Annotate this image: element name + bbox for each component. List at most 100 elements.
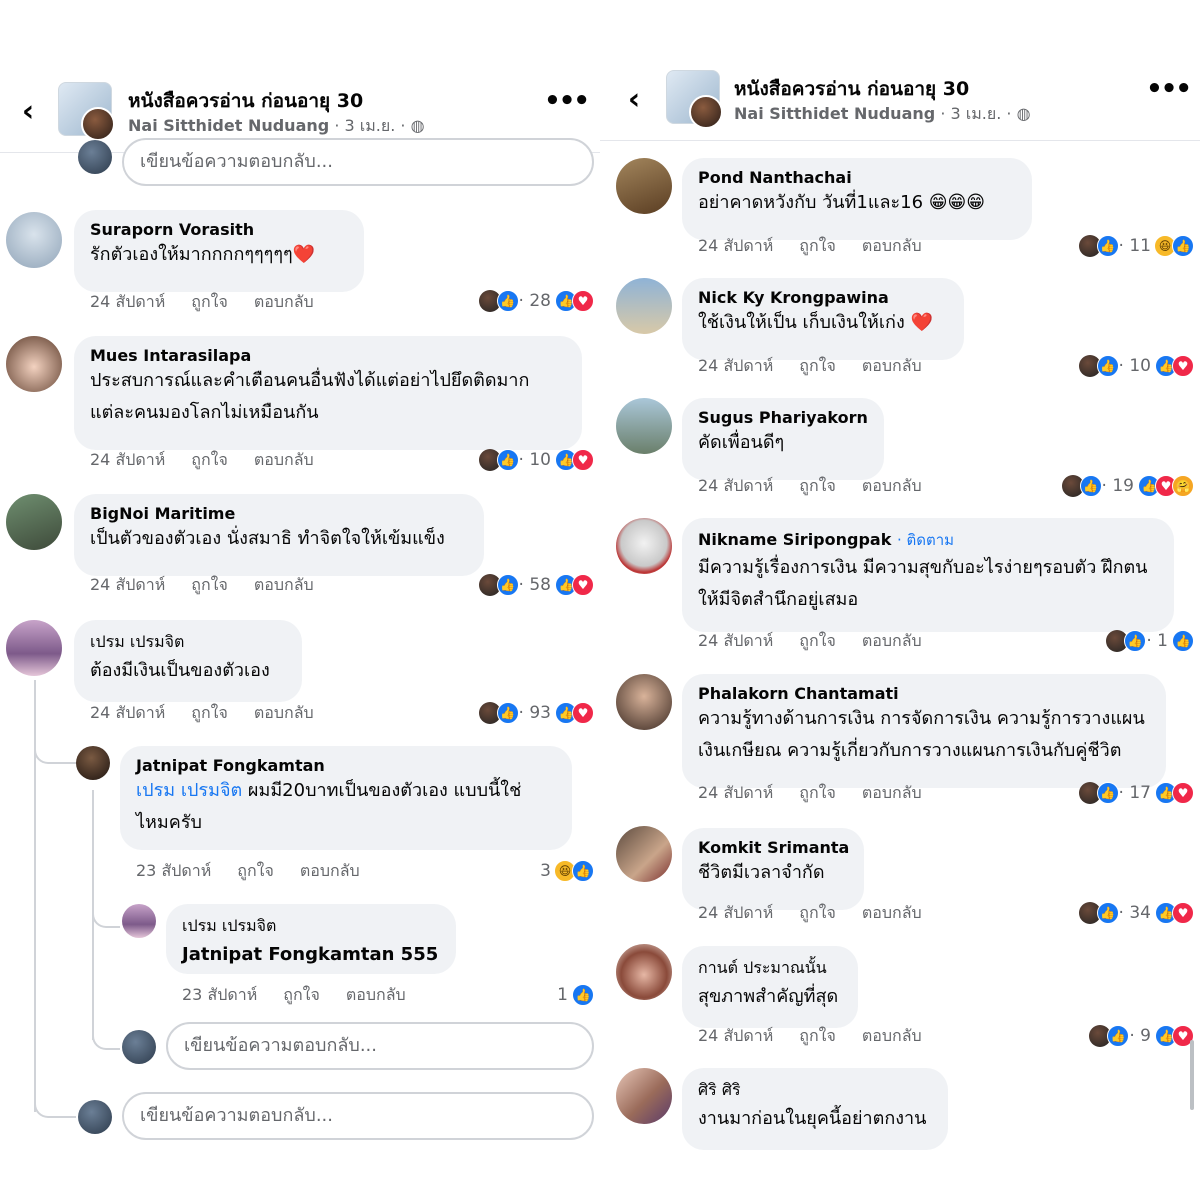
commenter-name[interactable]: Komkit Srimanta	[698, 838, 849, 857]
reply-input[interactable]: เขียนข้อความตอบกลับ...	[122, 138, 594, 186]
like-action[interactable]: ถูกใจ	[799, 783, 836, 802]
back-arrow-icon[interactable]: ‹	[616, 82, 652, 118]
globe-icon: ◍	[1016, 104, 1031, 123]
reply-input[interactable]: เขียนข้อความตอบกลับ...	[166, 1022, 594, 1070]
reaction-stats[interactable]: 👍 · 17 👍 ♥	[1078, 780, 1194, 806]
reply-action[interactable]: ตอบกลับ	[862, 783, 922, 802]
avatar[interactable]	[76, 746, 110, 780]
reaction-stats[interactable]: 👍 · 1 👍	[1106, 628, 1194, 654]
commenter-name[interactable]: เปรม เปรมจิต	[182, 914, 440, 939]
comment-time[interactable]: 24 สัปดาห์	[698, 476, 773, 495]
reaction-stats[interactable]: 👍 · 19 👍 ♥ 🤗	[1061, 473, 1194, 499]
avatar[interactable]	[616, 826, 672, 882]
avatar[interactable]	[6, 620, 62, 676]
author-name[interactable]: Nai Sitthidet Nuduang	[128, 116, 329, 135]
back-arrow-icon[interactable]: ‹	[10, 94, 46, 130]
avatar[interactable]	[616, 674, 672, 730]
comment-time[interactable]: 23 สัปดาห์	[136, 861, 211, 880]
comment-meta: 24 สัปดาห์ ถูกใจ ตอบกลับ	[698, 1024, 948, 1049]
commenter-name[interactable]: Sugus Phariyakorn	[698, 408, 868, 427]
commenter-name[interactable]: เปรม เปรมจิต	[90, 630, 286, 655]
comment-time[interactable]: 24 สัปดาห์	[698, 356, 773, 375]
avatar[interactable]	[616, 1068, 672, 1124]
comment-time[interactable]: 24 สัปดาห์	[698, 903, 773, 922]
reply-action[interactable]: ตอบกลับ	[862, 236, 922, 255]
more-options-icon[interactable]: •••	[544, 86, 590, 116]
reply-input[interactable]: เขียนข้อความตอบกลับ...	[122, 1092, 594, 1140]
commenter-name[interactable]: Mues Intarasilapa	[90, 346, 566, 365]
like-action[interactable]: ถูกใจ	[799, 236, 836, 255]
comment-time[interactable]: 24 สัปดาห์	[698, 783, 773, 802]
author-avatar	[81, 107, 115, 141]
reply-action[interactable]: ตอบกลับ	[254, 575, 314, 594]
like-action[interactable]: ถูกใจ	[799, 1026, 836, 1045]
commenter-name[interactable]: Jatnipat Fongkamtan	[136, 756, 556, 775]
reply-action[interactable]: ตอบกลับ	[862, 476, 922, 495]
comment-time[interactable]: 24 สัปดาห์	[90, 450, 165, 469]
page-title[interactable]: หนังสือควรอ่าน ก่อนอายุ 30	[734, 74, 969, 104]
comment-time[interactable]: 24 สัปดาห์	[90, 292, 165, 311]
reply-action[interactable]: ตอบกลับ	[254, 292, 314, 311]
author-name[interactable]: Nai Sitthidet Nuduang	[734, 104, 935, 123]
like-action[interactable]: ถูกใจ	[191, 575, 228, 594]
reply-action[interactable]: ตอบกลับ	[862, 356, 922, 375]
reaction-stats[interactable]: 👍 · 34 👍 ♥	[1078, 900, 1194, 926]
avatar[interactable]	[6, 212, 62, 268]
commenter-name[interactable]: กานต์ ประมาณนั้น	[698, 956, 842, 981]
reaction-stats[interactable]: 👍 · 9 👍 ♥	[1089, 1023, 1194, 1049]
like-action[interactable]: ถูกใจ	[191, 292, 228, 311]
comment-time[interactable]: 24 สัปดาห์	[698, 631, 773, 650]
reaction-stats[interactable]: 👍 · 11 😆 👍	[1078, 233, 1194, 259]
avatar[interactable]	[616, 518, 672, 574]
reply-action[interactable]: ตอบกลับ	[862, 903, 922, 922]
avatar[interactable]	[616, 158, 672, 214]
like-action[interactable]: ถูกใจ	[799, 631, 836, 650]
avatar[interactable]	[616, 944, 672, 1000]
page-avatar[interactable]	[666, 70, 723, 129]
like-action[interactable]: ถูกใจ	[799, 476, 836, 495]
reaction-stats[interactable]: 👍 · 28 👍 ♥	[478, 288, 594, 314]
scrollbar[interactable]	[1190, 1040, 1194, 1110]
reaction-stats[interactable]: 👍 · 93 👍 ♥	[478, 700, 594, 726]
avatar[interactable]	[122, 904, 156, 938]
commenter-name[interactable]: Phalakorn Chantamati	[698, 684, 1150, 703]
comment-time[interactable]: 24 สัปดาห์	[698, 236, 773, 255]
reaction-stats[interactable]: 1 👍	[557, 982, 594, 1008]
page-avatar[interactable]	[58, 82, 115, 141]
reaction-stats[interactable]: 👍 · 10 👍 ♥	[1078, 353, 1194, 379]
reply-action[interactable]: ตอบกลับ	[862, 631, 922, 650]
comment-time[interactable]: 24 สัปดาห์	[90, 575, 165, 594]
reaction-stats[interactable]: 👍 · 58 👍 ♥	[478, 572, 594, 598]
commenter-name[interactable]: BigNoi Maritime	[90, 504, 468, 523]
mention-link[interactable]: เปรม เปรมจิต	[136, 780, 242, 801]
commenter-name[interactable]: Nick Ky Krongpawina	[698, 288, 948, 307]
like-action[interactable]: ถูกใจ	[237, 861, 274, 880]
comment-time[interactable]: 23 สัปดาห์	[182, 985, 257, 1004]
avatar[interactable]	[6, 494, 62, 550]
comment-time[interactable]: 24 สัปดาห์	[698, 1026, 773, 1045]
avatar[interactable]	[616, 398, 672, 454]
page-title[interactable]: หนังสือควรอ่าน ก่อนอายุ 30	[128, 86, 363, 116]
reply-action[interactable]: ตอบกลับ	[346, 985, 406, 1004]
commenter-name[interactable]: Pond Nanthachai	[698, 168, 1016, 187]
reaction-stats[interactable]: 3 😆 👍	[540, 858, 594, 884]
like-action[interactable]: ถูกใจ	[799, 356, 836, 375]
avatar[interactable]	[616, 278, 672, 334]
commenter-name[interactable]: Suraporn Vorasith	[90, 220, 348, 239]
like-action[interactable]: ถูกใจ	[191, 450, 228, 469]
like-action[interactable]: ถูกใจ	[799, 903, 836, 922]
reply-action[interactable]: ตอบกลับ	[254, 450, 314, 469]
commenter-name[interactable]: Nikname Siripongpak · ติดตาม	[698, 528, 1158, 552]
follow-link[interactable]: · ติดตาม	[897, 531, 954, 549]
like-icon: 👍	[572, 860, 594, 882]
comment-time[interactable]: 24 สัปดาห์	[90, 703, 165, 722]
reply-action[interactable]: ตอบกลับ	[254, 703, 314, 722]
avatar[interactable]	[6, 336, 62, 392]
more-options-icon[interactable]: •••	[1146, 74, 1192, 104]
like-action[interactable]: ถูกใจ	[283, 985, 320, 1004]
reply-action[interactable]: ตอบกลับ	[300, 861, 360, 880]
reply-action[interactable]: ตอบกลับ	[862, 1026, 922, 1045]
reaction-stats[interactable]: 👍 · 10 👍 ♥	[478, 447, 594, 473]
like-action[interactable]: ถูกใจ	[191, 703, 228, 722]
commenter-name[interactable]: ศิริ ศิริ	[698, 1078, 932, 1103]
